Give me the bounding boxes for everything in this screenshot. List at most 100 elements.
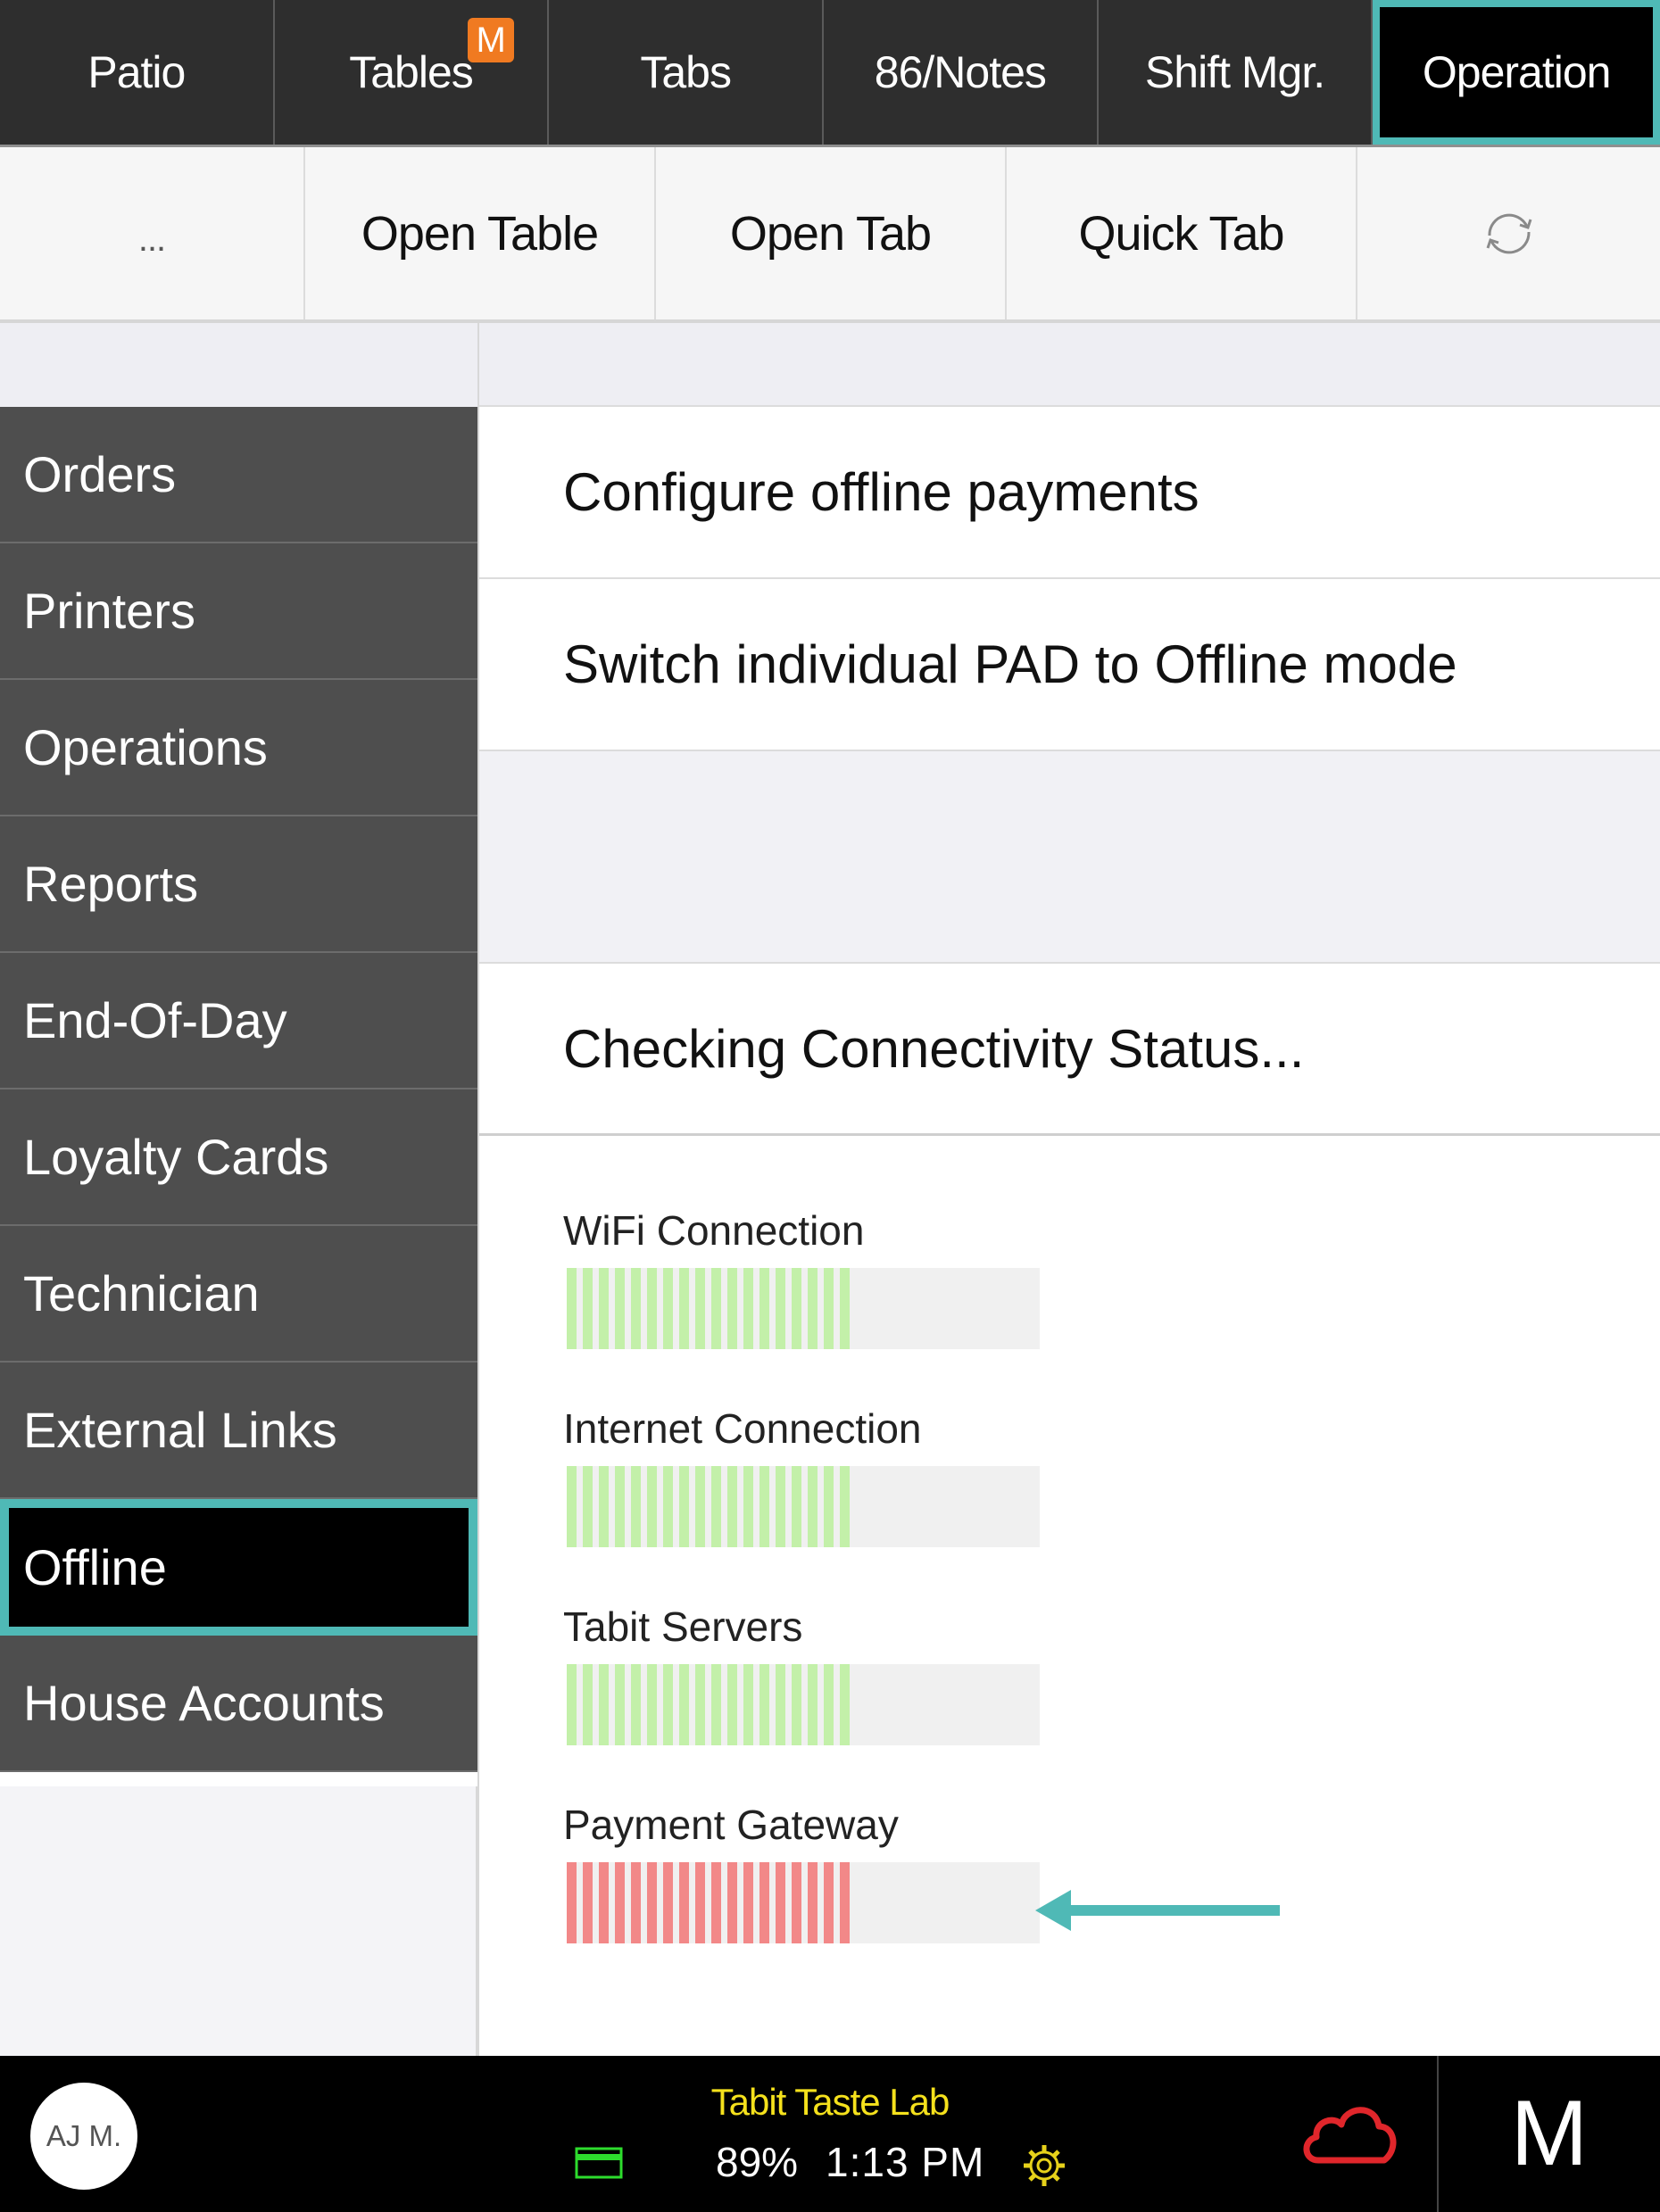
user-avatar[interactable]: AJ M. xyxy=(30,2083,137,2190)
signal-segment xyxy=(711,1862,721,1943)
quick-tab-button[interactable]: Quick Tab xyxy=(1007,147,1357,319)
payment-gateway-signal-bar xyxy=(567,1862,1040,1943)
sidebar-item-offline[interactable]: Offline xyxy=(0,1499,477,1636)
section-separator xyxy=(479,751,1660,964)
signal-segment xyxy=(743,1466,753,1547)
refresh-button[interactable] xyxy=(1357,147,1660,319)
signal-segment xyxy=(759,1664,769,1745)
signal-segment xyxy=(647,1268,657,1349)
signal-segment xyxy=(808,1862,818,1943)
signal-segment xyxy=(615,1862,625,1943)
signal-segment xyxy=(711,1466,721,1547)
sidebar-item-printers[interactable]: Printers xyxy=(0,543,477,680)
wifi-signal-bar xyxy=(567,1268,1040,1349)
sidebar-item-label: End-Of-Day xyxy=(23,992,287,1048)
connectivity-status-row: Checking Connectivity Status... xyxy=(479,964,1660,1136)
sidebar-header xyxy=(0,323,477,407)
signal-segment xyxy=(583,1466,593,1547)
tab-patio[interactable]: Patio xyxy=(0,0,275,145)
tabit-servers-connection: Tabit Servers xyxy=(563,1600,1660,1798)
top-tab-bar: Patio Tables M Tabs 86/Notes Shift Mgr. … xyxy=(0,0,1660,147)
tab-tabs[interactable]: Tabs xyxy=(549,0,825,145)
signal-segment xyxy=(567,1268,577,1349)
signal-segment xyxy=(808,1268,818,1349)
signal-segment xyxy=(776,1268,785,1349)
signal-segment xyxy=(599,1862,609,1943)
menu-m-button[interactable]: M xyxy=(1437,2056,1660,2212)
sidebar-item-label: Orders xyxy=(23,446,177,502)
configure-offline-payments-row[interactable]: Configure offline payments xyxy=(479,407,1660,579)
connection-label: WiFi Connection xyxy=(563,1207,865,1254)
signal-segment xyxy=(776,1862,785,1943)
arrow-left-icon xyxy=(1035,1890,1280,1931)
sidebar-item-reports[interactable]: Reports xyxy=(0,816,477,953)
signal-segment xyxy=(615,1466,625,1547)
wifi-connection: WiFi Connection xyxy=(563,1204,1660,1402)
signal-segment xyxy=(631,1862,641,1943)
sidebar-item-operations[interactable]: Operations xyxy=(0,680,477,816)
signal-segment xyxy=(727,1268,737,1349)
signal-segment xyxy=(840,1268,850,1349)
signal-segment xyxy=(663,1268,673,1349)
signal-segment xyxy=(776,1664,785,1745)
signal-segment xyxy=(663,1862,673,1943)
battery-level: 89% xyxy=(716,2139,799,2185)
tab-label: 86/Notes xyxy=(874,47,1047,97)
signal-segment xyxy=(759,1466,769,1547)
signal-segment xyxy=(727,1466,737,1547)
connection-label: Internet Connection xyxy=(563,1405,922,1452)
tab-label: Tables xyxy=(349,47,474,97)
signal-segment xyxy=(599,1466,609,1547)
sidebar-item-label: Offline xyxy=(23,1539,167,1595)
sidebar-item-orders[interactable]: Orders xyxy=(0,407,477,543)
signal-segment xyxy=(840,1664,850,1745)
more-button[interactable]: ... xyxy=(0,147,305,319)
row-label: Configure offline payments xyxy=(563,462,1199,522)
sidebar-item-house-accounts[interactable]: House Accounts xyxy=(0,1636,477,1772)
credit-card-icon xyxy=(575,2147,623,2179)
signal-segment xyxy=(567,1466,577,1547)
signal-segment xyxy=(711,1268,721,1349)
sidebar-item-end-of-day[interactable]: End-Of-Day xyxy=(0,953,477,1089)
switch-pad-offline-row[interactable]: Switch individual PAD to Offline mode xyxy=(479,579,1660,751)
signal-segment xyxy=(824,1268,834,1349)
tab-label: Shift Mgr. xyxy=(1144,47,1325,97)
refresh-icon xyxy=(1486,213,1531,253)
signal-segment xyxy=(583,1664,593,1745)
sidebar-item-label: Reports xyxy=(23,856,199,912)
main-header xyxy=(479,323,1660,407)
open-tab-button[interactable]: Open Tab xyxy=(656,147,1007,319)
signal-segment xyxy=(711,1664,721,1745)
signal-segment xyxy=(679,1268,689,1349)
signal-segment xyxy=(808,1664,818,1745)
tab-operation[interactable]: Operation xyxy=(1373,0,1660,145)
sidebar: Orders Printers Operations Reports End-O… xyxy=(0,407,477,1772)
signal-segment xyxy=(679,1466,689,1547)
signal-segment xyxy=(567,1862,577,1943)
main-content: Configure offline payments Switch indivi… xyxy=(477,323,1660,2056)
connection-label: Payment Gateway xyxy=(563,1802,899,1848)
signal-segment xyxy=(663,1664,673,1745)
sidebar-item-loyalty-cards[interactable]: Loyalty Cards xyxy=(0,1089,477,1226)
tab-86-notes[interactable]: 86/Notes xyxy=(824,0,1099,145)
tab-tables[interactable]: Tables M xyxy=(275,0,550,145)
connection-list: WiFi Connection Internet Connection Tabi… xyxy=(479,1136,1660,1996)
signal-segment xyxy=(695,1862,705,1943)
internet-signal-bar xyxy=(567,1466,1040,1547)
cloud-offline-icon[interactable] xyxy=(1299,2096,1402,2167)
tab-shift-mgr[interactable]: Shift Mgr. xyxy=(1099,0,1374,145)
signal-segment xyxy=(759,1268,769,1349)
sidebar-item-external-links[interactable]: External Links xyxy=(0,1363,477,1499)
signal-segment xyxy=(727,1862,737,1943)
signal-segment xyxy=(792,1664,801,1745)
signal-segment xyxy=(824,1862,834,1943)
sidebar-item-technician[interactable]: Technician xyxy=(0,1226,477,1363)
connection-label: Tabit Servers xyxy=(563,1603,803,1650)
tab-label: Patio xyxy=(87,47,186,97)
signal-segment xyxy=(567,1664,577,1745)
signal-segment xyxy=(631,1466,641,1547)
signal-segment xyxy=(808,1466,818,1547)
signal-segment xyxy=(679,1862,689,1943)
open-table-button[interactable]: Open Table xyxy=(305,147,656,319)
gear-icon[interactable] xyxy=(1020,2142,1068,2190)
